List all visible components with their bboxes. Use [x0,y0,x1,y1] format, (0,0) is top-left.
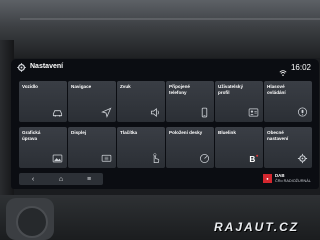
bottom-bar: ‹ ⌂ ≡ ● DAB ČRo RADIOŽURNÁL [19,173,313,187]
svg-text:B: B [249,155,255,164]
tile-graphics-theme[interactable]: Grafická úprava [19,127,67,168]
tile-label: Zvuk [120,84,131,89]
image-icon [52,153,63,164]
tile-bluelink[interactable]: Bluelink B [215,127,263,168]
tile-navigation[interactable]: Navigace [68,81,116,122]
tile-sound[interactable]: Zvuk [117,81,165,122]
radio-station-logo: ● [263,174,272,183]
tile-label: Položení desky [169,130,203,135]
tile-label: Obecné nastavení [267,130,289,141]
tile-label: Připojené telefony [169,84,190,95]
tile-display-position[interactable]: Položení desky [166,127,214,168]
display-icon [101,153,112,164]
media-station: ČRo RADIOŽURNÁL [275,179,311,183]
tile-vehicle[interactable]: Vozidlo [19,81,67,122]
clock: 16:02 [290,63,311,72]
tile-label: Vozidlo [22,84,38,89]
tile-general-settings[interactable]: Obecné nastavení [264,127,312,168]
tile-connected-phones[interactable]: Připojené telefony [166,81,214,122]
media-widget[interactable]: ● DAB ČRo RADIOŽURNÁL [263,173,313,185]
menu-button[interactable]: ≡ [75,173,103,185]
touch-hand-icon [150,153,161,164]
status-area: 16:02 [279,62,311,76]
media-source: DAB [275,173,285,178]
tile-label: Navigace [71,84,92,89]
tile-display[interactable]: Displej [68,127,116,168]
tile-label: Uživatelský profil [218,84,244,95]
tile-label: Hlasové ovládání [267,84,286,95]
tile-user-profile[interactable]: Uživatelský profil [215,81,263,122]
screen-header: Nastavení 16:02 [11,59,319,77]
tile-label: Bluelink [218,130,236,135]
car-icon [52,107,63,118]
dashboard-bezel [0,0,320,58]
bluelink-icon: B [248,153,259,164]
microphone-icon [297,107,308,118]
gear-icon [297,153,308,164]
wifi-icon [279,64,287,76]
tile-buttons[interactable]: Tlačítka [117,127,165,168]
back-button[interactable]: ‹ [19,173,47,185]
settings-gear-icon [17,63,26,72]
gauge-icon [199,153,210,164]
nav-buttons: ‹ ⌂ ≡ [19,173,103,185]
tile-label: Grafická úprava [22,130,41,141]
home-button[interactable]: ⌂ [47,173,75,185]
tile-label: Tlačítka [120,130,138,135]
phone-icon [199,107,210,118]
bezel-trim [20,18,320,20]
navigation-arrow-icon [101,107,112,118]
page-title: Nastavení [30,63,64,70]
speaker-icon [150,107,161,118]
settings-grid: Vozidlo Navigace Zvuk Připojené telefony… [19,81,313,169]
tile-label: Displej [71,130,87,135]
infotainment-screen: Nastavení 16:02 Vozidlo Navigace Zvuk Př… [11,59,319,189]
watermark: RAJAUT.CZ [214,220,300,234]
user-profile-icon [248,107,259,118]
tile-voice-control[interactable]: Hlasové ovládání [264,81,312,122]
dashboard-knob [16,206,48,238]
